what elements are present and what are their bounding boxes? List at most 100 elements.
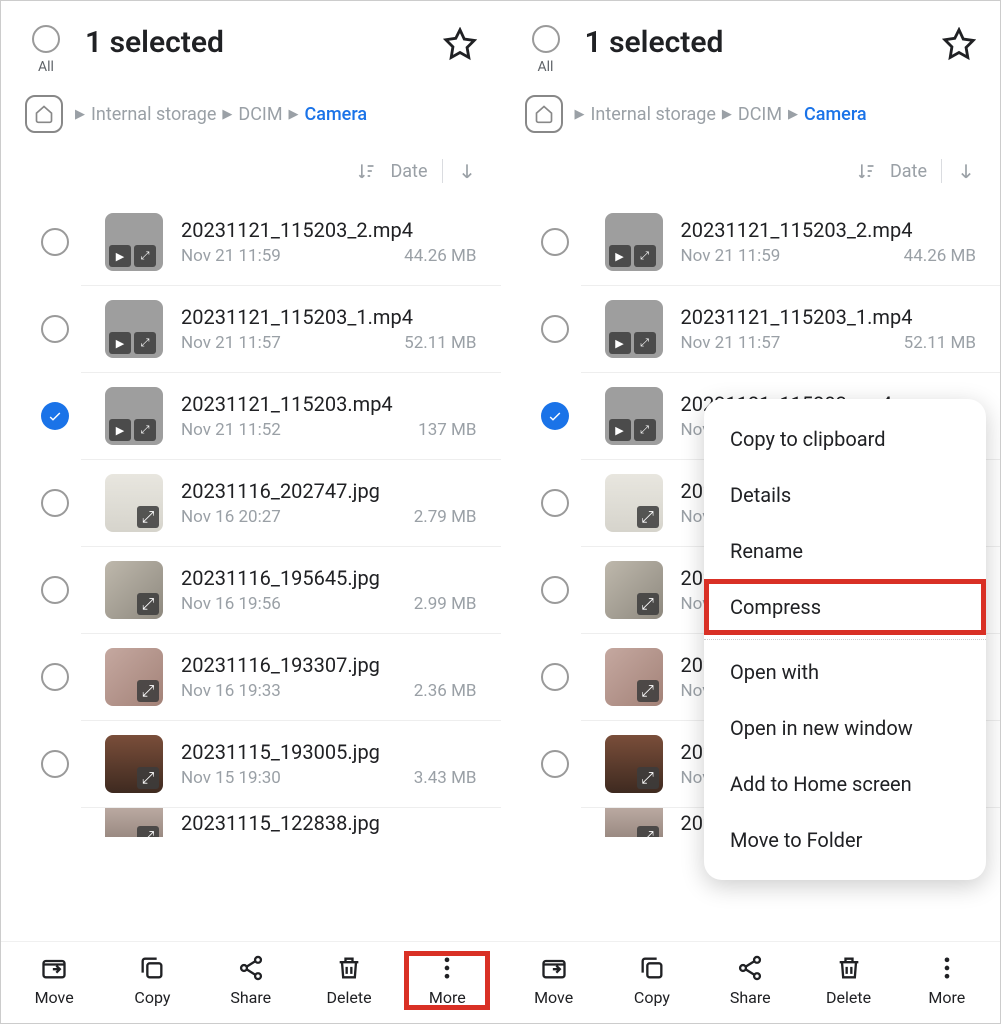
file-checkbox[interactable] <box>41 663 69 691</box>
home-icon[interactable] <box>525 95 563 133</box>
breadcrumb: ▶ Internal storage ▶ DCIM ▶ Camera <box>501 87 1001 137</box>
file-thumbnail[interactable]: ⤢ <box>105 474 163 532</box>
select-all[interactable]: All <box>25 25 67 75</box>
file-checkbox[interactable] <box>41 402 69 430</box>
copy-icon <box>638 954 666 982</box>
delete-label: Delete <box>826 988 871 1007</box>
file-thumbnail[interactable]: ⤢ <box>605 735 663 793</box>
file-checkbox[interactable] <box>41 228 69 256</box>
file-name: 20231121_115203_2.mp4 <box>681 218 977 242</box>
delete-button[interactable]: Delete <box>309 954 389 1007</box>
file-thumbnail[interactable]: ▶⤢ <box>605 213 663 271</box>
divider <box>941 159 942 183</box>
more-menu: Copy to clipboardDetailsRenameCompress Op… <box>704 399 986 880</box>
sort-label[interactable]: Date <box>890 161 927 182</box>
copy-label: Copy <box>134 988 170 1007</box>
play-icon: ▶ <box>609 419 631 441</box>
chevron-right-icon: ▶ <box>575 107 585 122</box>
file-row[interactable]: ▶⤢20231121_115203_2.mp4Nov 21 11:5944.26… <box>581 199 1001 285</box>
file-checkbox[interactable] <box>541 228 569 256</box>
file-row[interactable]: ▶⤢20231121_115203_2.mp4Nov 21 11:5944.26… <box>81 199 501 285</box>
file-row[interactable]: ▶⤢20231121_115203_1.mp4Nov 21 11:5752.11… <box>81 285 501 372</box>
file-thumbnail[interactable]: ▶⤢ <box>105 213 163 271</box>
select-all[interactable]: All <box>525 25 567 75</box>
file-date: Nov 21 11:57 <box>181 333 281 353</box>
file-thumbnail[interactable]: ▶⤢ <box>105 300 163 358</box>
menu-item-details[interactable]: Details <box>704 467 986 523</box>
file-row[interactable]: ⤢20231116_202747.jpgNov 16 20:272.79 MB <box>81 459 501 546</box>
crumb-2[interactable]: Camera <box>305 104 368 125</box>
menu-item-rename[interactable]: Rename <box>704 523 986 579</box>
file-checkbox[interactable] <box>541 489 569 517</box>
share-icon <box>237 954 265 982</box>
more-button[interactable]: More <box>907 954 987 1007</box>
menu-item-copy-to-clipboard[interactable]: Copy to clipboard <box>704 411 986 467</box>
move-button[interactable]: Move <box>514 954 594 1007</box>
file-size: 52.11 MB <box>404 333 476 353</box>
expand-icon: ⤢ <box>137 767 159 789</box>
menu-item-move-to-folder[interactable]: Move to Folder <box>704 812 986 868</box>
file-thumbnail[interactable]: ⤢ <box>605 474 663 532</box>
expand-icon: ⤢ <box>637 593 659 615</box>
file-thumbnail[interactable]: ⤢ <box>605 648 663 706</box>
chevron-right-icon: ▶ <box>75 107 85 122</box>
file-thumbnail[interactable]: ⤢ <box>105 735 163 793</box>
more-label: More <box>429 988 466 1007</box>
file-thumbnail[interactable]: ⤢ <box>605 807 663 837</box>
share-button[interactable]: Share <box>710 954 790 1007</box>
arrow-down-icon[interactable] <box>457 161 477 181</box>
sort-icon[interactable] <box>356 161 376 181</box>
star-icon[interactable] <box>443 27 477 61</box>
file-checkbox[interactable] <box>541 663 569 691</box>
file-row[interactable]: ⤢20231116_195645.jpgNov 16 19:562.99 MB <box>81 546 501 633</box>
crumb-1[interactable]: DCIM <box>738 104 782 125</box>
file-checkbox[interactable] <box>41 315 69 343</box>
screen-1: All 1 selected ▶ Internal storage ▶ DCIM… <box>1 1 501 1023</box>
file-row[interactable]: ⤢20231115_122838.jpg <box>81 807 501 837</box>
arrow-down-icon[interactable] <box>956 161 976 181</box>
file-thumbnail[interactable]: ▶⤢ <box>605 300 663 358</box>
sort-label[interactable]: Date <box>390 161 427 182</box>
file-thumbnail[interactable]: ▶⤢ <box>605 387 663 445</box>
crumb-0[interactable]: Internal storage <box>91 104 216 125</box>
file-row[interactable]: ⤢20231115_193005.jpgNov 15 19:303.43 MB <box>81 720 501 807</box>
menu-item-add-to-home-screen[interactable]: Add to Home screen <box>704 756 986 812</box>
expand-icon: ⤢ <box>137 506 159 528</box>
select-all-radio[interactable] <box>532 25 560 53</box>
sort-bar: Date <box>501 137 1001 199</box>
move-button[interactable]: Move <box>14 954 94 1007</box>
home-icon[interactable] <box>25 95 63 133</box>
crumb-0[interactable]: Internal storage <box>591 104 716 125</box>
file-checkbox[interactable] <box>541 315 569 343</box>
delete-button[interactable]: Delete <box>809 954 889 1007</box>
file-thumbnail[interactable]: ⤢ <box>105 807 163 837</box>
file-row[interactable]: ▶⤢20231121_115203_1.mp4Nov 21 11:5752.11… <box>581 285 1001 372</box>
file-thumbnail[interactable]: ⤢ <box>605 561 663 619</box>
sort-icon[interactable] <box>856 161 876 181</box>
share-button[interactable]: Share <box>211 954 291 1007</box>
menu-item-open-with[interactable]: Open with <box>704 644 986 700</box>
crumb-1[interactable]: DCIM <box>238 104 282 125</box>
file-thumbnail[interactable]: ⤢ <box>105 648 163 706</box>
crumb-2[interactable]: Camera <box>804 104 867 125</box>
file-row[interactable]: ⤢20231116_193307.jpgNov 16 19:332.36 MB <box>81 633 501 720</box>
copy-button[interactable]: Copy <box>112 954 192 1007</box>
menu-item-open-in-new-window[interactable]: Open in new window <box>704 700 986 756</box>
file-checkbox[interactable] <box>541 576 569 604</box>
star-icon[interactable] <box>942 27 976 61</box>
copy-button[interactable]: Copy <box>612 954 692 1007</box>
file-checkbox[interactable] <box>41 576 69 604</box>
select-all-radio[interactable] <box>32 25 60 53</box>
file-thumbnail[interactable]: ⤢ <box>105 561 163 619</box>
more-button[interactable]: More <box>407 954 487 1007</box>
more-label: More <box>928 988 965 1007</box>
file-row[interactable]: ▶⤢20231121_115203.mp4Nov 21 11:52137 MB <box>81 372 501 459</box>
file-size: 137 MB <box>418 420 476 440</box>
file-checkbox[interactable] <box>541 750 569 778</box>
file-checkbox[interactable] <box>41 489 69 517</box>
menu-item-compress[interactable]: Compress <box>704 579 986 635</box>
file-thumbnail[interactable]: ▶⤢ <box>105 387 163 445</box>
file-checkbox[interactable] <box>41 750 69 778</box>
file-checkbox[interactable] <box>541 402 569 430</box>
bottom-toolbar: Move Copy Share Delete More <box>501 941 1001 1023</box>
